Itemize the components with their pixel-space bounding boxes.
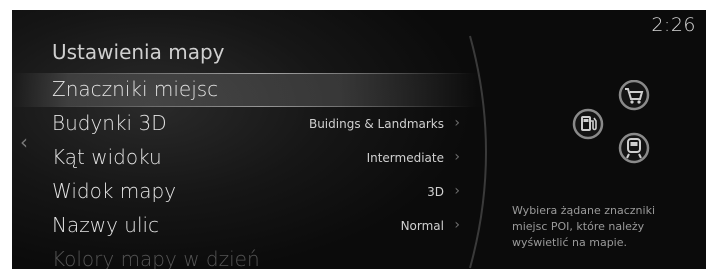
chevron-right-icon: › — [454, 217, 460, 233]
menu-item-street-names[interactable]: Nazwy ulic Normal › — [12, 209, 482, 243]
menu-item-label: Kolory mapy w dzień — [52, 247, 260, 269]
menu-item-value: Normal — [400, 219, 444, 233]
map-settings-display: 2:26 ‹ Ustawienia mapy Znaczniki miejsc … — [12, 10, 706, 269]
menu-item-value: Buidings & Landmarks — [308, 117, 444, 131]
shopping-cart-icon — [618, 80, 650, 111]
menu-item-value: 3D — [427, 185, 444, 199]
menu-item-label: Widok mapy — [52, 179, 177, 203]
clock: 2:26 — [651, 14, 696, 36]
screen: 2:26 ‹ Ustawienia mapy Znaczniki miejsc … — [0, 0, 706, 269]
gas-station-icon — [572, 108, 604, 140]
menu-item-label: Nazwy ulic — [52, 213, 160, 237]
scroll-arc — [469, 35, 487, 269]
description-text: Wybiera żądane znaczniki miejsc POI, któ… — [512, 204, 655, 249]
menu-item-3d-buildings[interactable]: Budynki 3D Buidings & Landmarks › — [12, 107, 482, 141]
menu-item-value: Intermediate — [366, 151, 444, 165]
settings-menu: Znaczniki miejsc Budynki 3D Buidings & L… — [12, 73, 482, 269]
menu-item-label: Kąt widoku — [52, 145, 162, 169]
menu-item-day-map-colors[interactable]: Kolory mapy w dzień — [12, 243, 482, 269]
menu-item-label: Budynki 3D — [52, 111, 167, 135]
menu-item-view-angle[interactable]: Kąt widoku Intermediate › — [12, 141, 482, 175]
train-icon — [618, 132, 650, 164]
menu-item-map-view[interactable]: Widok mapy 3D › — [12, 175, 482, 209]
menu-item-place-markers[interactable]: Znaczniki miejsc — [12, 73, 482, 107]
chevron-right-icon: › — [454, 149, 460, 165]
chevron-right-icon: › — [454, 115, 460, 131]
page-title: Ustawienia mapy — [52, 40, 225, 64]
poi-icons — [572, 80, 650, 164]
menu-item-label: Znaczniki miejsc — [52, 77, 219, 101]
chevron-right-icon: › — [454, 183, 460, 199]
